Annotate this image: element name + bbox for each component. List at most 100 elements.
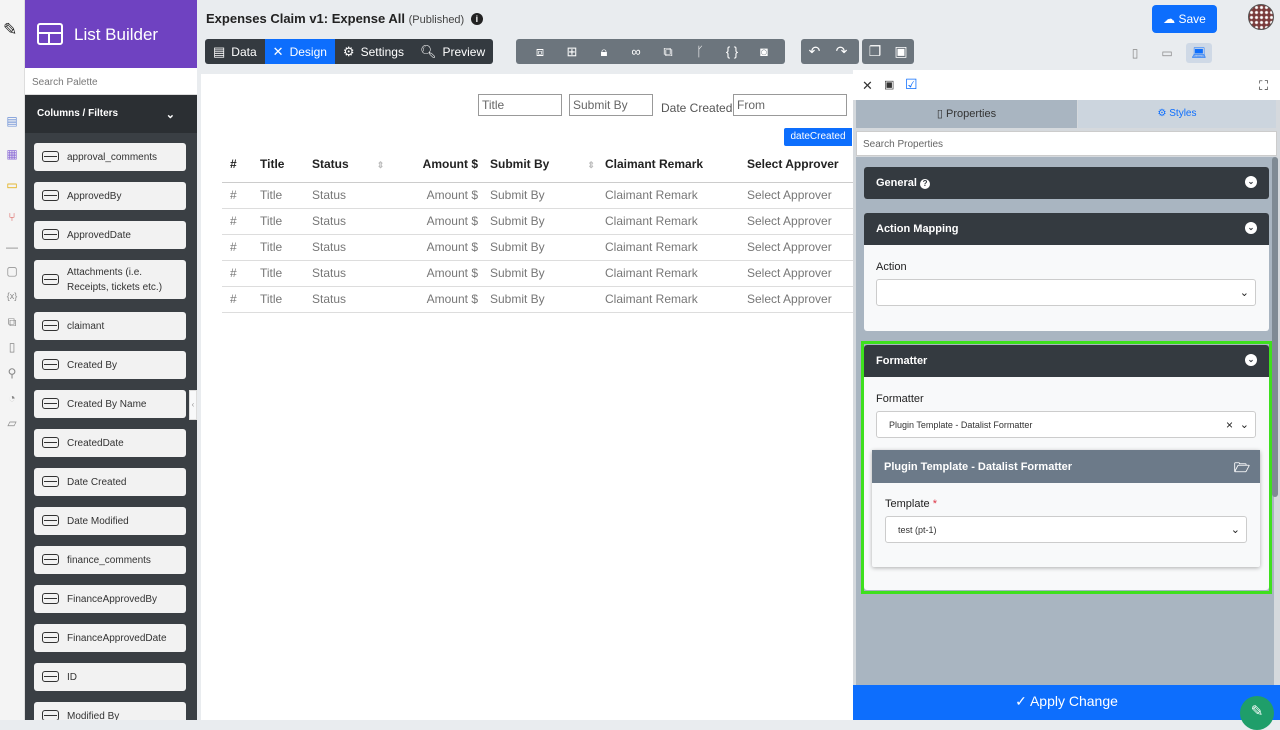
form-icon[interactable]: ▢	[5, 264, 19, 278]
file-icon: ▯	[936, 108, 943, 120]
palette-item[interactable]: ID	[34, 663, 186, 691]
column-header[interactable]: Status ⇕	[304, 146, 410, 183]
clear-icon[interactable]: ×	[1226, 418, 1233, 432]
palette-item[interactable]: Date Created	[34, 468, 186, 496]
info-icon[interactable]: i	[470, 13, 483, 25]
palette-item[interactable]: claimant	[34, 312, 186, 340]
table-row[interactable]: # Title Status Amount $ Submit By Claimant Re…	[222, 286, 853, 313]
column-header[interactable]: Title	[252, 146, 304, 183]
sort-icon[interactable]: ⇕	[377, 160, 385, 170]
flow-icon[interactable]: ⑂	[5, 210, 19, 224]
code-icon[interactable]: { }	[716, 39, 748, 64]
palette-item[interactable]: Modified By	[34, 702, 186, 720]
scrollbar[interactable]	[1272, 157, 1278, 497]
file-icon[interactable]: ▯	[5, 340, 19, 354]
palette-item[interactable]: Created By Name	[34, 390, 186, 418]
laptop-view-icon[interactable]: 💻︎	[1186, 43, 1212, 63]
plugin-icon[interactable]: ⚲	[5, 366, 19, 380]
template-select[interactable]: test (pt-1) ⌄	[885, 516, 1247, 543]
lock-icon[interactable]: 🔒︎	[588, 39, 620, 64]
search-palette-input[interactable]: Search Palette	[25, 68, 197, 95]
palette-resize-handle[interactable]: ‹	[189, 390, 197, 420]
search-properties-input[interactable]: Search Properties	[856, 131, 1277, 156]
document-icon[interactable]: ▤	[5, 114, 19, 128]
folder-open-icon[interactable]: 🗁	[1234, 459, 1250, 481]
palette-item[interactable]: ApprovedDate	[34, 221, 186, 249]
palette-item[interactable]: FinanceApprovedDate	[34, 624, 186, 652]
avatar[interactable]	[1248, 4, 1274, 30]
page-icon[interactable]: ▱	[5, 416, 19, 430]
table-row[interactable]: # Title Status Amount $ Submit By Claimant Re…	[222, 234, 853, 261]
expand-icon[interactable]: ⛶	[1259, 78, 1268, 94]
table-row[interactable]: # Title Status Amount $ Submit By Claimant Re…	[222, 208, 853, 235]
filter-submit-by-input[interactable]: Submit By	[569, 94, 653, 116]
palette-item[interactable]: CreatedDate	[34, 429, 186, 457]
table-row[interactable]: # Title Status Amount $ Submit By Claimant Re…	[222, 260, 853, 287]
action-mapping-header[interactable]: Action Mapping ⌄	[864, 213, 1269, 245]
column-header[interactable]: Select Approver	[739, 146, 853, 183]
chevron-down-icon[interactable]: ⌄	[166, 108, 175, 121]
phone-view-icon[interactable]: ▯	[1122, 43, 1148, 63]
table-cell: Submit By	[482, 234, 597, 261]
palette-item[interactable]: Created By	[34, 351, 186, 379]
table-row[interactable]: # Title Status Amount $ Submit By Claimant Re…	[222, 182, 853, 209]
screen-icon[interactable]: ▭	[5, 178, 19, 192]
pencil-icon[interactable]: ✎	[1240, 696, 1274, 730]
chevron-down-icon[interactable]: ⌄	[1245, 354, 1257, 366]
formatter-select[interactable]: Plugin Template - Datalist Formatter × ⌄	[876, 411, 1256, 438]
translate-icon[interactable]: ⧉	[652, 39, 684, 64]
palette-item[interactable]: Attachments (i.e. Receipts, tickets etc.…	[34, 260, 186, 299]
general-section[interactable]: General ? ⌄	[864, 167, 1269, 199]
copy-icon[interactable]: ❐	[862, 39, 888, 64]
palette-item[interactable]: FinanceApprovedBy	[34, 585, 186, 613]
tab-settings[interactable]: ⚙ Settings	[335, 39, 412, 64]
apply-change-button[interactable]: ✓ Apply Change	[853, 685, 1280, 720]
sort-icon[interactable]: ⇕	[587, 160, 595, 170]
table-cell: Claimant Remark	[597, 208, 739, 235]
chevron-down-icon[interactable]: ⌄	[1245, 222, 1257, 234]
checkbox-icon[interactable]: ☑	[905, 76, 918, 93]
tab-design[interactable]: ✕ Design	[264, 39, 335, 64]
table-icon[interactable]: ▣	[884, 78, 894, 91]
export-icon[interactable]: ⊞	[556, 39, 588, 64]
formatter-header[interactable]: Formatter ⌄	[864, 345, 1269, 377]
tab-preview[interactable]: 🔍︎ Preview	[412, 39, 493, 64]
binoculars-icon[interactable]: ∞	[620, 39, 652, 64]
tab-styles[interactable]: ⚙ Styles	[1078, 100, 1276, 128]
variable-icon[interactable]: {x}	[5, 289, 19, 303]
undo-icon[interactable]: ↶	[801, 39, 828, 64]
date-created-tag[interactable]: dateCreated	[784, 128, 852, 146]
edit-icon[interactable]: ✎	[3, 20, 17, 40]
table-icon[interactable]: ▦	[5, 147, 19, 161]
date-from-input[interactable]: From	[733, 94, 847, 116]
column-icon	[42, 476, 59, 487]
tab-data[interactable]: ▤ Data	[205, 39, 265, 64]
redo-icon[interactable]: ↷	[828, 39, 855, 64]
tablet-view-icon[interactable]: ▭	[1154, 43, 1180, 63]
palette-item[interactable]: ApprovedBy	[34, 182, 186, 210]
tab-label: Styles	[1169, 108, 1197, 119]
translate-icon[interactable]: ⧉	[5, 315, 19, 329]
palette-item[interactable]: Date Modified	[34, 507, 186, 535]
tab-properties[interactable]: ▯ Properties	[856, 100, 1077, 128]
filter-title-input[interactable]: Title	[478, 94, 562, 116]
column-header[interactable]: Submit By ⇕	[482, 146, 597, 183]
save-button[interactable]: ☁︎ Save	[1152, 5, 1217, 33]
table-cell: Amount $	[410, 260, 482, 287]
camera-icon[interactable]: ◙	[748, 39, 780, 64]
column-header[interactable]: Claimant Remark	[597, 146, 739, 183]
columns-filters-header[interactable]: Columns / Filters ⌄	[25, 95, 197, 133]
chevron-down-icon[interactable]: ⌄	[1245, 176, 1257, 188]
column-header[interactable]: Amount $	[410, 146, 482, 183]
action-select[interactable]: ⌄	[876, 279, 1256, 306]
palette-item[interactable]: finance_comments	[34, 546, 186, 574]
close-icon[interactable]: ✕	[862, 78, 873, 94]
column-icon	[42, 632, 59, 643]
branch-icon[interactable]: ᚴ	[684, 39, 716, 64]
paste-icon[interactable]: ▣	[888, 39, 914, 64]
gauge-icon[interactable]: ◔	[5, 391, 19, 405]
palette-item[interactable]: approval_comments	[34, 143, 186, 171]
column-header[interactable]: #	[222, 146, 252, 183]
help-icon[interactable]: ?	[920, 179, 931, 189]
tree-icon[interactable]: ⧈	[524, 39, 556, 64]
